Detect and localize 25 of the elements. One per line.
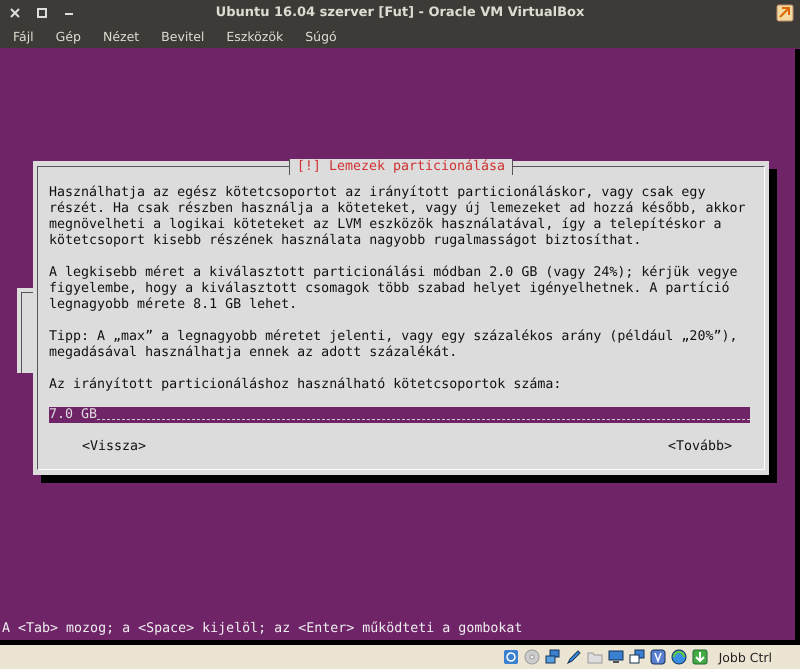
network-icon[interactable] — [544, 649, 561, 665]
menu-item[interactable]: Fájl — [6, 29, 41, 44]
host-key-label: Jobb Ctrl — [718, 650, 772, 664]
dialog-button[interactable]: <Vissza> — [82, 439, 146, 455]
app-icon — [776, 4, 794, 22]
download-icon[interactable] — [692, 649, 708, 665]
paragraph: A legkisebb méret a kiválasztott particionálási módban 2.0 GB (vagy 24%); kérjük vegye figyelembe, hogy a kiválasztott csomagok több szabad helyet igényelhetnek. A partíció legnagyobb mérete 8.1 GB lehet. — [49, 265, 738, 313]
monitor-icon[interactable] — [608, 649, 624, 665]
menu-item[interactable]: Eszközök — [219, 29, 290, 44]
menu-item[interactable]: Nézet — [96, 29, 146, 44]
window-title: Ubuntu 16.04 szerver [Fut] - Oracle VM VirtualBox — [216, 5, 584, 20]
menu-item[interactable]: Súgó — [298, 29, 344, 44]
paragraph: Az irányított particionáláshoz használható kötetcsoportok száma: — [49, 377, 562, 393]
paragraph: Használhatja az egész kötetcsoportot az irányított particionáláskor, vagy csak egy részét. Ha csak részben használja a köteteket, vagy új lemezeket ad hozzá később, akkor megnövelheti a logikai köteteket az LVM eszközök használatával, így a telepítéskor a kötetcsoport kisebb részének használata nagyobb rugalmasságot biztosíthat. — [49, 185, 746, 249]
paragraph: Tipp: A „max” a legnagyobb méretet jelenti, vagy egy százalékos arány (például „20%”), megadásával használhatja ennek az adott százalékát. — [49, 329, 738, 361]
close-icon[interactable] — [10, 8, 20, 18]
dialog-title: [!] Lemezek particionálása — [288, 159, 514, 175]
menu-item[interactable]: Gép — [48, 29, 88, 44]
input-field[interactable]: 7.0 GB — [49, 407, 750, 423]
pen-icon[interactable] — [566, 649, 582, 665]
maximize-icon[interactable] — [37, 8, 47, 18]
dialog-button[interactable]: <Tovább> — [668, 439, 732, 455]
menu-item[interactable]: Bevitel — [154, 29, 212, 44]
windows-icon[interactable] — [628, 649, 645, 665]
keyboard-hint: A <Tab> mozog; a <Space> kijelöl; az <Enter> működteti a gombokat — [1, 621, 524, 637]
